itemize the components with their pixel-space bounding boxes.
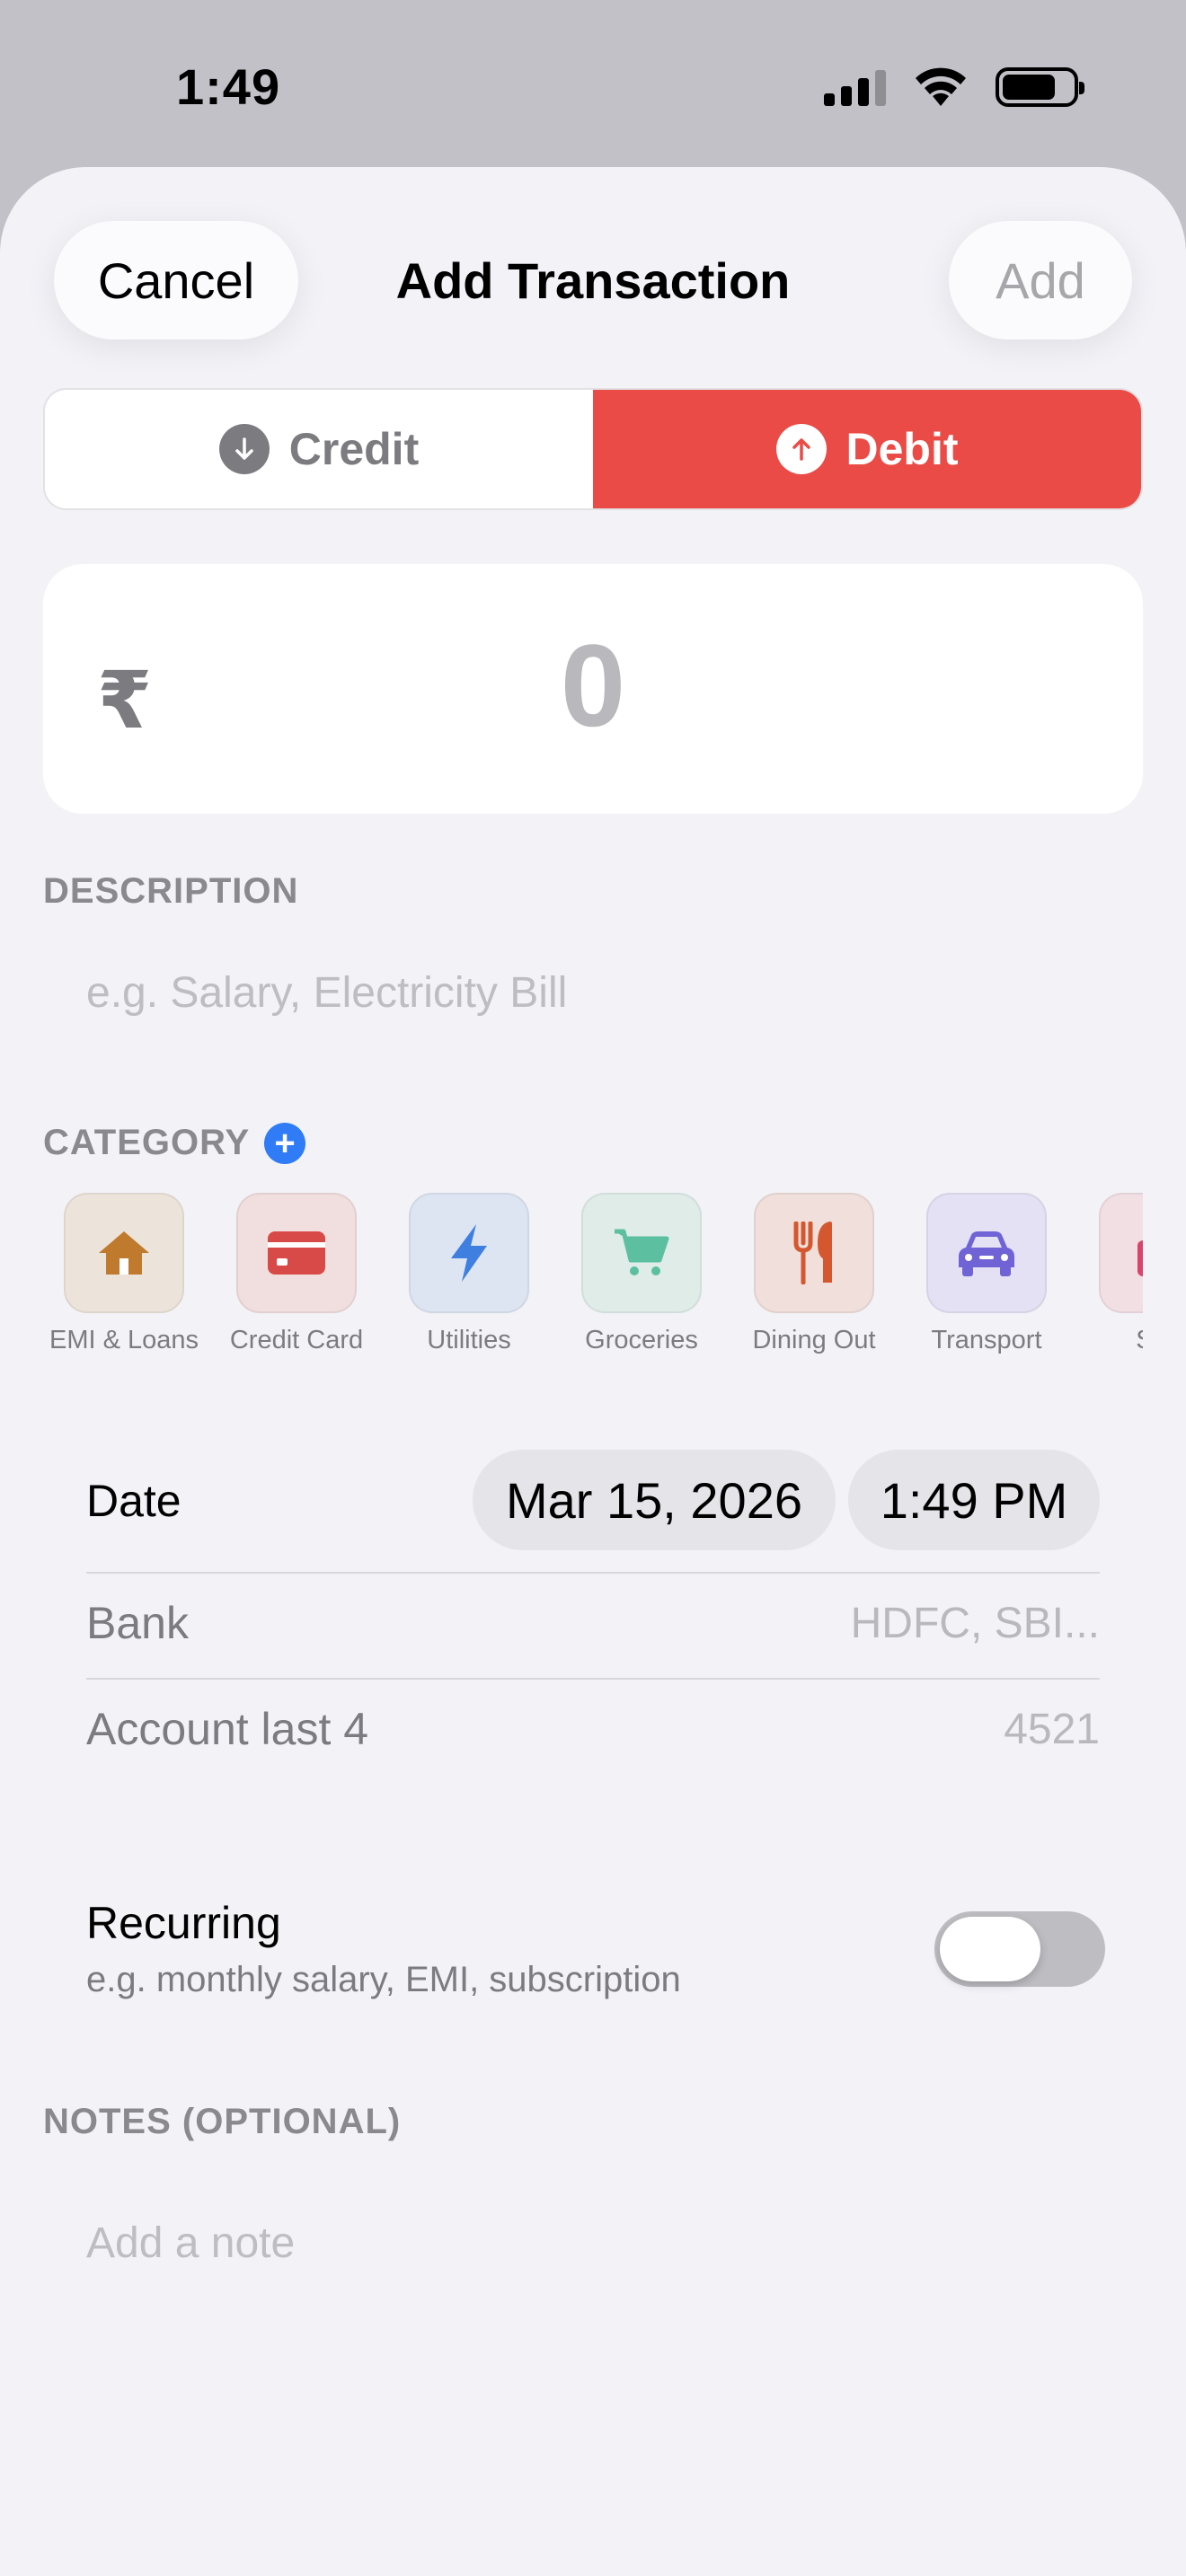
notes-input[interactable]: Add a note bbox=[86, 2219, 295, 2268]
transaction-type-toggle: Credit Debit bbox=[43, 388, 1143, 510]
battery-icon bbox=[996, 67, 1084, 107]
category-shopping[interactable]: Sho bbox=[1074, 1193, 1143, 1355]
category-groceries[interactable]: Groceries bbox=[556, 1193, 727, 1355]
date-row: Date Mar 15, 2026 1:49 PM bbox=[86, 1450, 1100, 1550]
arrow-up-icon bbox=[775, 424, 827, 474]
category-transport[interactable]: Transport bbox=[901, 1193, 1072, 1355]
category-list: EMI & Loans Credit Card Utilities Grocer… bbox=[0, 1193, 1143, 1372]
car-icon bbox=[926, 1193, 1047, 1313]
category-dining-out[interactable]: Dining Out bbox=[729, 1193, 899, 1355]
bolt-icon bbox=[409, 1193, 529, 1313]
credit-card-icon bbox=[236, 1193, 357, 1313]
wifi-icon bbox=[916, 67, 966, 106]
divider bbox=[86, 1572, 1100, 1574]
category-credit-card[interactable]: Credit Card bbox=[211, 1193, 382, 1355]
category-utilities[interactable]: Utilities bbox=[384, 1193, 554, 1355]
arrow-down-icon bbox=[218, 424, 270, 474]
debit-segment[interactable]: Debit bbox=[593, 390, 1141, 508]
bank-input[interactable]: HDFC, SBI... bbox=[851, 1599, 1100, 1648]
date-label: Date bbox=[86, 1476, 181, 1526]
add-button[interactable]: Add bbox=[949, 221, 1132, 340]
shopping-icon bbox=[1099, 1193, 1143, 1313]
cellular-signal-icon bbox=[824, 68, 886, 106]
recurring-toggle[interactable] bbox=[934, 1911, 1105, 1987]
category-emi-loans[interactable]: EMI & Loans bbox=[39, 1193, 209, 1355]
house-icon bbox=[64, 1193, 184, 1313]
description-label: DESCRIPTION bbox=[43, 871, 299, 911]
notes-label: NOTES (OPTIONAL) bbox=[43, 2102, 402, 2141]
credit-label: Credit bbox=[288, 424, 420, 474]
divider bbox=[86, 1678, 1100, 1680]
account-label: Account last 4 bbox=[86, 1704, 369, 1754]
category-label: CATEGORY bbox=[43, 1123, 251, 1162]
add-category-icon[interactable]: + bbox=[264, 1123, 305, 1164]
status-bar: 1:49 bbox=[0, 0, 1186, 167]
amount-card[interactable]: ₹ 0 bbox=[43, 564, 1143, 814]
amount-input[interactable]: 0 bbox=[43, 618, 1143, 753]
recurring-hint: e.g. monthly salary, EMI, subscription bbox=[86, 1960, 681, 1999]
time-picker[interactable]: 1:49 PM bbox=[848, 1450, 1100, 1550]
cart-icon bbox=[581, 1193, 702, 1313]
description-input[interactable]: e.g. Salary, Electricity Bill bbox=[86, 968, 567, 1018]
status-time: 1:49 bbox=[176, 58, 281, 115]
recurring-label: Recurring bbox=[86, 1898, 281, 1948]
account-input[interactable]: 4521 bbox=[1004, 1705, 1100, 1754]
toggle-knob bbox=[940, 1917, 1040, 1981]
bank-label: Bank bbox=[86, 1598, 189, 1648]
status-icons bbox=[824, 66, 1084, 108]
debit-label: Debit bbox=[845, 424, 959, 474]
credit-segment[interactable]: Credit bbox=[45, 390, 593, 508]
bank-row[interactable]: Bank HDFC, SBI... bbox=[86, 1593, 1100, 1656]
account-row[interactable]: Account last 4 4521 bbox=[86, 1699, 1100, 1762]
fork-knife-icon bbox=[754, 1193, 874, 1313]
date-picker[interactable]: Mar 15, 2026 bbox=[473, 1450, 836, 1550]
